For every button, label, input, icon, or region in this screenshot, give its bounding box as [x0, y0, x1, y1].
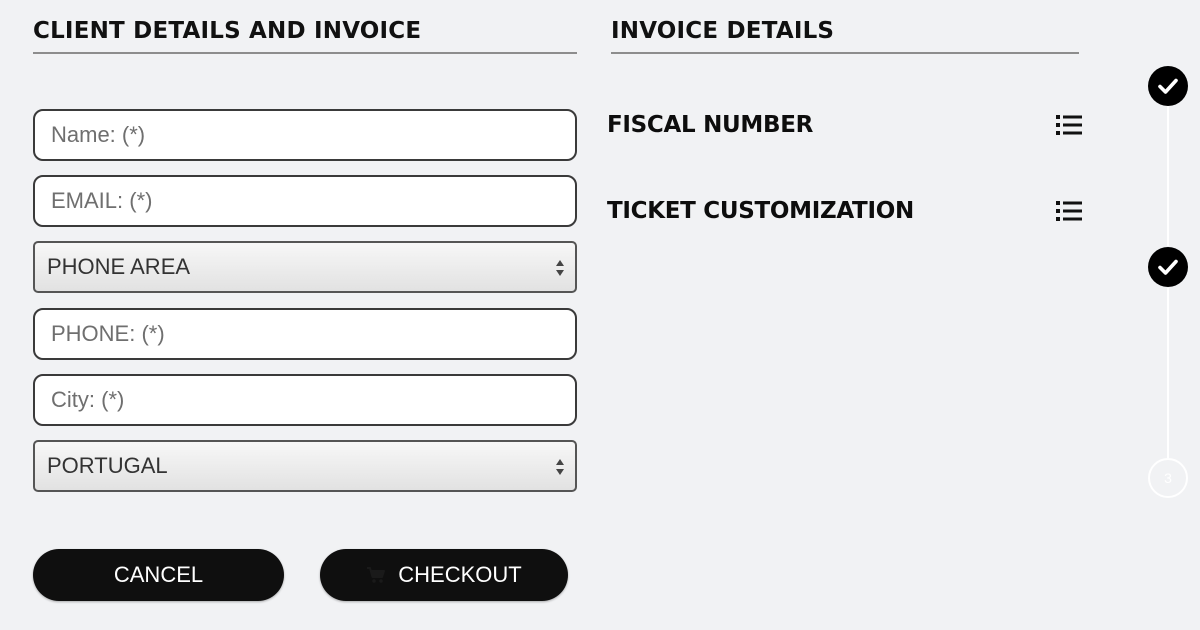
city-input[interactable] [33, 374, 577, 426]
checkout-button-label: CHECKOUT [398, 562, 522, 587]
checkmark-icon [1158, 259, 1178, 275]
step-2-complete-indicator [1148, 247, 1188, 287]
shopping-cart-icon [367, 567, 386, 583]
name-input[interactable] [33, 109, 577, 161]
fiscal-number-row[interactable]: FISCAL NUMBER [607, 105, 1083, 145]
checkout-button[interactable]: CHECKOUT [320, 549, 568, 601]
email-input[interactable] [33, 175, 577, 227]
stepper-connector [1167, 106, 1169, 246]
step-1-complete-indicator [1148, 66, 1188, 106]
country-selected-value: PORTUGAL [47, 453, 168, 478]
list-icon[interactable] [1055, 199, 1083, 223]
invoice-title-divider [611, 52, 1079, 54]
checkmark-icon [1158, 78, 1178, 94]
select-arrows-icon [556, 260, 564, 276]
invoice-details-title: INVOICE DETAILS [611, 18, 835, 44]
country-select[interactable]: PORTUGAL [33, 440, 577, 492]
cancel-button-label: CANCEL [113, 562, 204, 587]
stepper-connector [1167, 288, 1169, 458]
cancel-button[interactable]: CANCEL [33, 549, 284, 601]
phone-input[interactable] [33, 308, 577, 360]
client-title-divider [33, 52, 577, 54]
step-3-pending-indicator: 3 [1148, 458, 1188, 498]
list-icon[interactable] [1055, 113, 1083, 137]
select-arrows-icon [556, 459, 564, 475]
ticket-customization-label: TICKET CUSTOMIZATION [607, 198, 914, 224]
phone-area-selected-value: PHONE AREA [47, 254, 191, 279]
fiscal-number-label: FISCAL NUMBER [607, 112, 814, 138]
ticket-customization-row[interactable]: TICKET CUSTOMIZATION [607, 191, 1083, 231]
client-details-title: CLIENT DETAILS AND INVOICE [33, 18, 422, 44]
phone-area-select[interactable]: PHONE AREA [33, 241, 577, 293]
step-3-number: 3 [1164, 470, 1172, 486]
